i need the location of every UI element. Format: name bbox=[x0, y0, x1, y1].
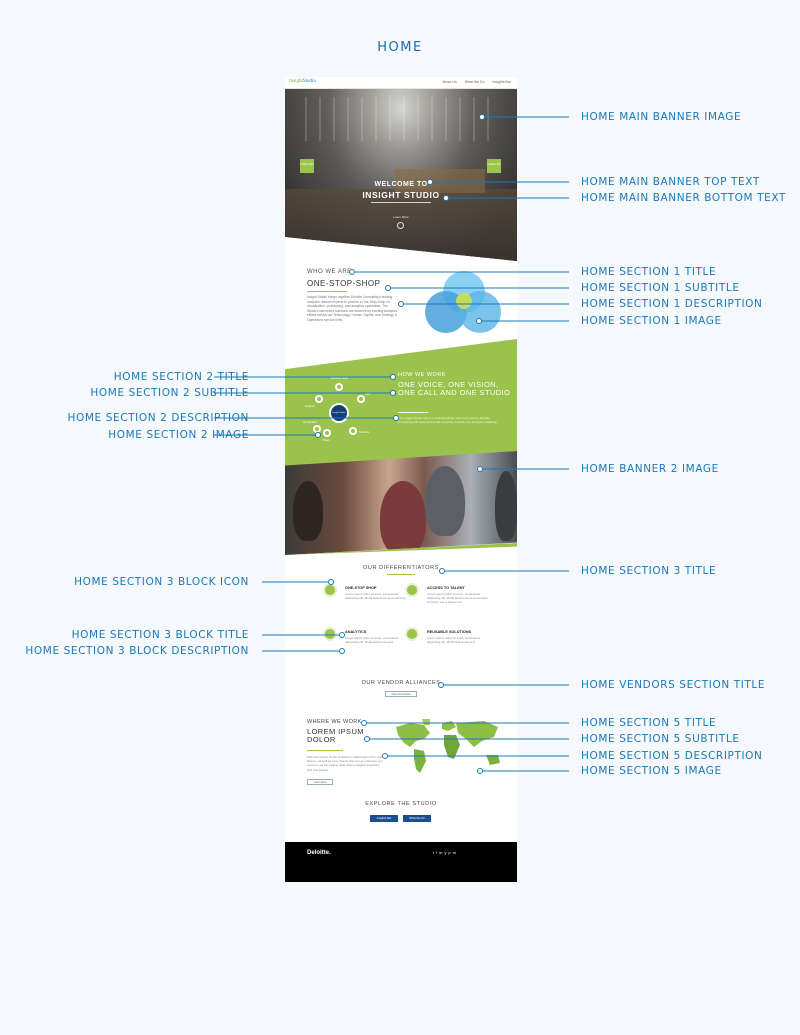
annotation-banner2-image: HOME BANNER 2 IMAGE bbox=[581, 463, 719, 475]
nav-links: About Us What We Do Insights Bar bbox=[442, 80, 511, 84]
annotation-main-banner-image: HOME MAIN BANNER IMAGE bbox=[581, 111, 742, 123]
block-description: Lorem ipsum dolor sit amet, consectetur … bbox=[427, 636, 481, 645]
annotation-section5-subtitle: HOME SECTION 5 SUBTITLE bbox=[581, 733, 740, 745]
block-description: Lorem ipsum dolor sit amet, consectetur … bbox=[427, 592, 488, 605]
annotation-section5-image: HOME SECTION 5 IMAGE bbox=[581, 765, 722, 777]
banner2-image bbox=[285, 451, 517, 555]
social-links: t f in y p m bbox=[433, 850, 456, 855]
annotation-section1-description: HOME SECTION 1 DESCRIPTION bbox=[581, 298, 763, 310]
what-we-do-button[interactable]: What We Do bbox=[403, 815, 431, 822]
main-banner-top-text: WELCOME TO bbox=[374, 181, 428, 188]
annotation-section1-title: HOME SECTION 1 TITLE bbox=[581, 266, 717, 278]
block-description: Lorem ipsum dolor sit amet, consectetur … bbox=[345, 636, 399, 645]
annotation-section2-image: HOME SECTION 2 IMAGE bbox=[108, 429, 249, 441]
node-label: Business Need bbox=[331, 377, 348, 380]
node-label: Visualization bbox=[303, 421, 317, 424]
view-vendors-button[interactable]: View All Vendors bbox=[385, 691, 417, 697]
nav-link-about[interactable]: About Us bbox=[442, 80, 456, 84]
annotation-main-banner-bottom-text: HOME MAIN BANNER BOTTOM TEXT bbox=[581, 192, 786, 204]
banner-tag-left[interactable]: Insights Bar bbox=[300, 159, 314, 173]
node-talent-icon bbox=[323, 429, 331, 437]
block-title: ONE-STOP SHOP bbox=[345, 586, 377, 590]
section5-description: With permanent studio locations in Washi… bbox=[307, 755, 383, 772]
website-mockup: InsightStudio About Us What We Do Insigh… bbox=[285, 77, 517, 882]
site-nav: InsightStudio About Us What We Do Insigh… bbox=[285, 77, 517, 89]
section3-block: ONE-STOP SHOP Lorem ipsum dolor sit amet… bbox=[323, 583, 413, 619]
node-label: Talent bbox=[323, 439, 330, 442]
block-description: Lorem ipsum dolor sit amet, consectetur … bbox=[345, 592, 407, 601]
one-stop-shop-icon bbox=[323, 583, 337, 597]
banner-divider bbox=[371, 202, 431, 203]
node-business-need-icon bbox=[335, 383, 343, 391]
talent-icon bbox=[405, 583, 419, 597]
twitter-icon[interactable]: t bbox=[433, 850, 434, 855]
insight-studio-hub: Insight Studio bbox=[329, 403, 349, 423]
section2-subtitle: ONE VOICE, ONE VISION, ONE CALL AND ONE … bbox=[398, 380, 511, 397]
annotation-vendors-title: HOME VENDORS SECTION TITLE bbox=[581, 679, 766, 691]
section2-divider bbox=[398, 412, 428, 413]
block-title: REUSABLE SOLUTIONS bbox=[427, 630, 472, 634]
youtube-icon[interactable]: y bbox=[444, 850, 446, 855]
site-logo[interactable]: InsightStudio bbox=[289, 79, 316, 84]
section3-title: OUR DIFFERENTIATORS bbox=[363, 565, 439, 571]
node-label: Data bbox=[365, 393, 371, 396]
annotation-section3-block-description: HOME SECTION 3 BLOCK DESCRIPTION bbox=[25, 645, 249, 657]
nav-link-insights-bar[interactable]: Insights Bar bbox=[493, 80, 511, 84]
annotation-section3-block-icon: HOME SECTION 3 BLOCK ICON bbox=[74, 576, 249, 588]
node-analytics-icon bbox=[315, 395, 323, 403]
section3-block: ANALYTICS Lorem ipsum dolor sit amet, co… bbox=[323, 627, 413, 663]
facebook-icon[interactable]: f bbox=[436, 850, 437, 855]
nav-link-what-we-do[interactable]: What We Do bbox=[465, 80, 485, 84]
banner-learn-more[interactable]: Learn More bbox=[285, 215, 517, 219]
reusable-solutions-icon bbox=[405, 627, 419, 641]
deloitte-logo[interactable]: Deloitte. bbox=[307, 850, 331, 856]
annotation-section2-subtitle: HOME SECTION 2 SUBTITLE bbox=[90, 387, 249, 399]
scroll-down-icon[interactable] bbox=[397, 222, 404, 229]
site-footer: Deloitte. t f in y p m bbox=[285, 842, 517, 882]
section3-divider bbox=[387, 574, 415, 575]
annotation-section2-description: HOME SECTION 2 DESCRIPTION bbox=[67, 412, 249, 424]
annotation-section3-title: HOME SECTION 3 TITLE bbox=[581, 565, 717, 577]
banner-tag-right[interactable]: Insights Bar bbox=[487, 159, 501, 173]
annotation-section5-title: HOME SECTION 5 TITLE bbox=[581, 717, 717, 729]
node-label: Analytics bbox=[305, 405, 316, 408]
section5-title: WHERE WE WORK bbox=[307, 719, 362, 725]
analytics-icon bbox=[323, 627, 337, 641]
section1-venn-image bbox=[425, 271, 505, 333]
vendors-title: OUR VENDOR ALLIANCES bbox=[361, 680, 441, 686]
node-label: Solutions bbox=[359, 431, 370, 434]
insights-bar-button[interactable]: Insights Bar bbox=[370, 815, 398, 822]
section2-title: HOW WE WORK bbox=[398, 372, 446, 378]
explore-title: EXPLORE THE STUDIO bbox=[365, 801, 437, 807]
block-title: ACCESS TO TALENT bbox=[427, 586, 465, 590]
section1-divider bbox=[307, 291, 347, 292]
section5-divider bbox=[307, 750, 343, 751]
learn-more-button[interactable]: Learn More bbox=[307, 779, 333, 785]
annotation-section3-block-title: HOME SECTION 3 BLOCK TITLE bbox=[71, 629, 249, 641]
annotation-section5-description: HOME SECTION 5 DESCRIPTION bbox=[581, 750, 763, 762]
mail-icon[interactable]: m bbox=[453, 850, 456, 855]
pinterest-icon[interactable]: p bbox=[448, 850, 450, 855]
annotation-main-banner-top-text: HOME MAIN BANNER TOP TEXT bbox=[581, 176, 760, 188]
block-title: ANALYTICS bbox=[345, 630, 367, 634]
node-visualization-icon bbox=[313, 425, 321, 433]
main-banner-image: Insights Bar Insights Bar bbox=[285, 89, 517, 261]
world-map-image bbox=[396, 719, 500, 773]
section3-block: ACCESS TO TALENT Lorem ipsum dolor sit a… bbox=[405, 583, 495, 619]
section3-block: REUSABLE SOLUTIONS Lorem ipsum dolor sit… bbox=[405, 627, 495, 663]
section1-subtitle: ONE-STOP-SHOP bbox=[307, 279, 381, 288]
linkedin-icon[interactable]: in bbox=[439, 850, 442, 855]
section2-description: The Insight Studio forms a multidiscipli… bbox=[398, 416, 498, 425]
section5-subtitle: LOREM IPSUM DOLOR bbox=[307, 727, 364, 744]
node-solutions-icon bbox=[349, 427, 357, 435]
annotation-section1-image: HOME SECTION 1 IMAGE bbox=[581, 315, 722, 327]
section1-description: Insight Studio brings together Deloitte … bbox=[307, 295, 398, 322]
annotation-section2-title: HOME SECTION 2 TITLE bbox=[113, 371, 249, 383]
section1-title: WHO WE ARE bbox=[307, 269, 352, 275]
main-banner-bottom-text: INSIGHT STUDIO bbox=[362, 190, 440, 200]
annotation-section1-subtitle: HOME SECTION 1 SUBTITLE bbox=[581, 282, 740, 294]
node-data-icon bbox=[357, 395, 365, 403]
page-heading: HOME bbox=[377, 40, 423, 55]
